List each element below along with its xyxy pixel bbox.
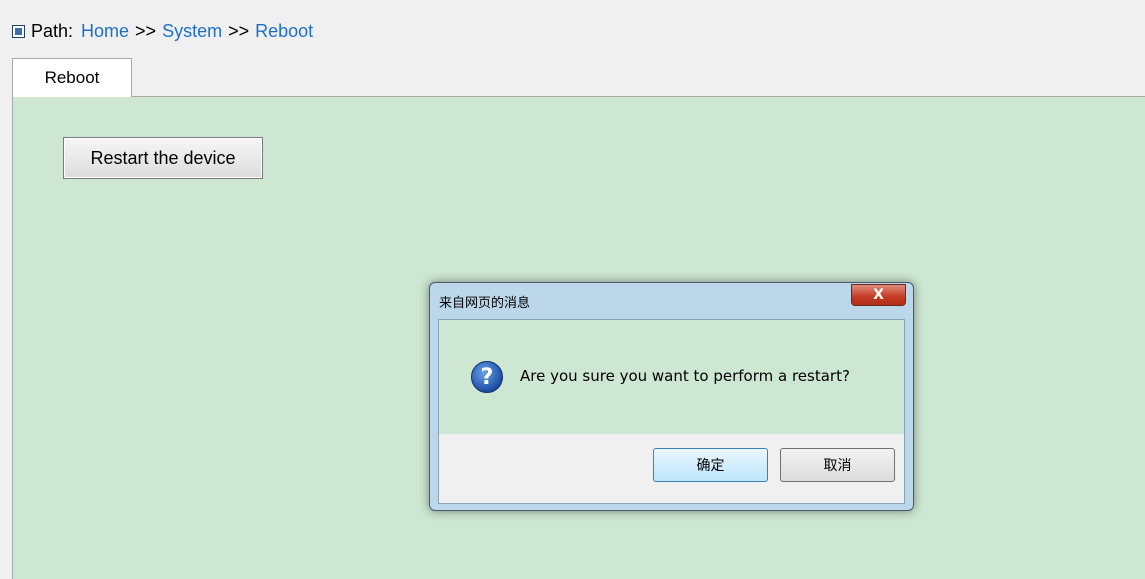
path-icon [12, 24, 25, 38]
tab-label: Reboot [44, 68, 100, 87]
close-icon: X [873, 287, 884, 303]
cancel-button-label: 取消 [823, 458, 852, 474]
confirm-dialog: 来自网页的消息 X ? Are you sure you want to per… [429, 282, 914, 511]
breadcrumb-reboot[interactable]: Reboot [255, 21, 313, 42]
ok-button-label: 确定 [696, 458, 725, 474]
dialog-message: Are you sure you want to perform a resta… [520, 367, 850, 385]
tab-reboot[interactable]: Reboot [12, 58, 132, 97]
question-icon: ? [471, 361, 503, 393]
breadcrumb-separator: >> [135, 20, 157, 41]
cancel-button[interactable]: 取消 [780, 448, 895, 482]
path-label: Path: [31, 20, 74, 41]
dialog-body: ? Are you sure you want to perform a res… [438, 319, 905, 504]
restart-device-button[interactable]: Restart the device [63, 137, 263, 179]
dialog-message-area: ? Are you sure you want to perform a res… [439, 320, 904, 434]
restart-button-label: Restart the device [90, 147, 236, 168]
breadcrumb: Path: Home >> System >> Reboot [12, 20, 313, 42]
dialog-close-button[interactable]: X [851, 284, 906, 306]
dialog-title: 来自网页的消息 [439, 296, 531, 311]
breadcrumb-system[interactable]: System [162, 21, 222, 42]
dialog-titlebar[interactable]: 来自网页的消息 X [430, 283, 913, 317]
breadcrumb-home[interactable]: Home [81, 21, 129, 42]
dialog-button-area: 确定 取消 [439, 434, 904, 503]
breadcrumb-separator: >> [228, 20, 250, 41]
ok-button[interactable]: 确定 [653, 448, 768, 482]
